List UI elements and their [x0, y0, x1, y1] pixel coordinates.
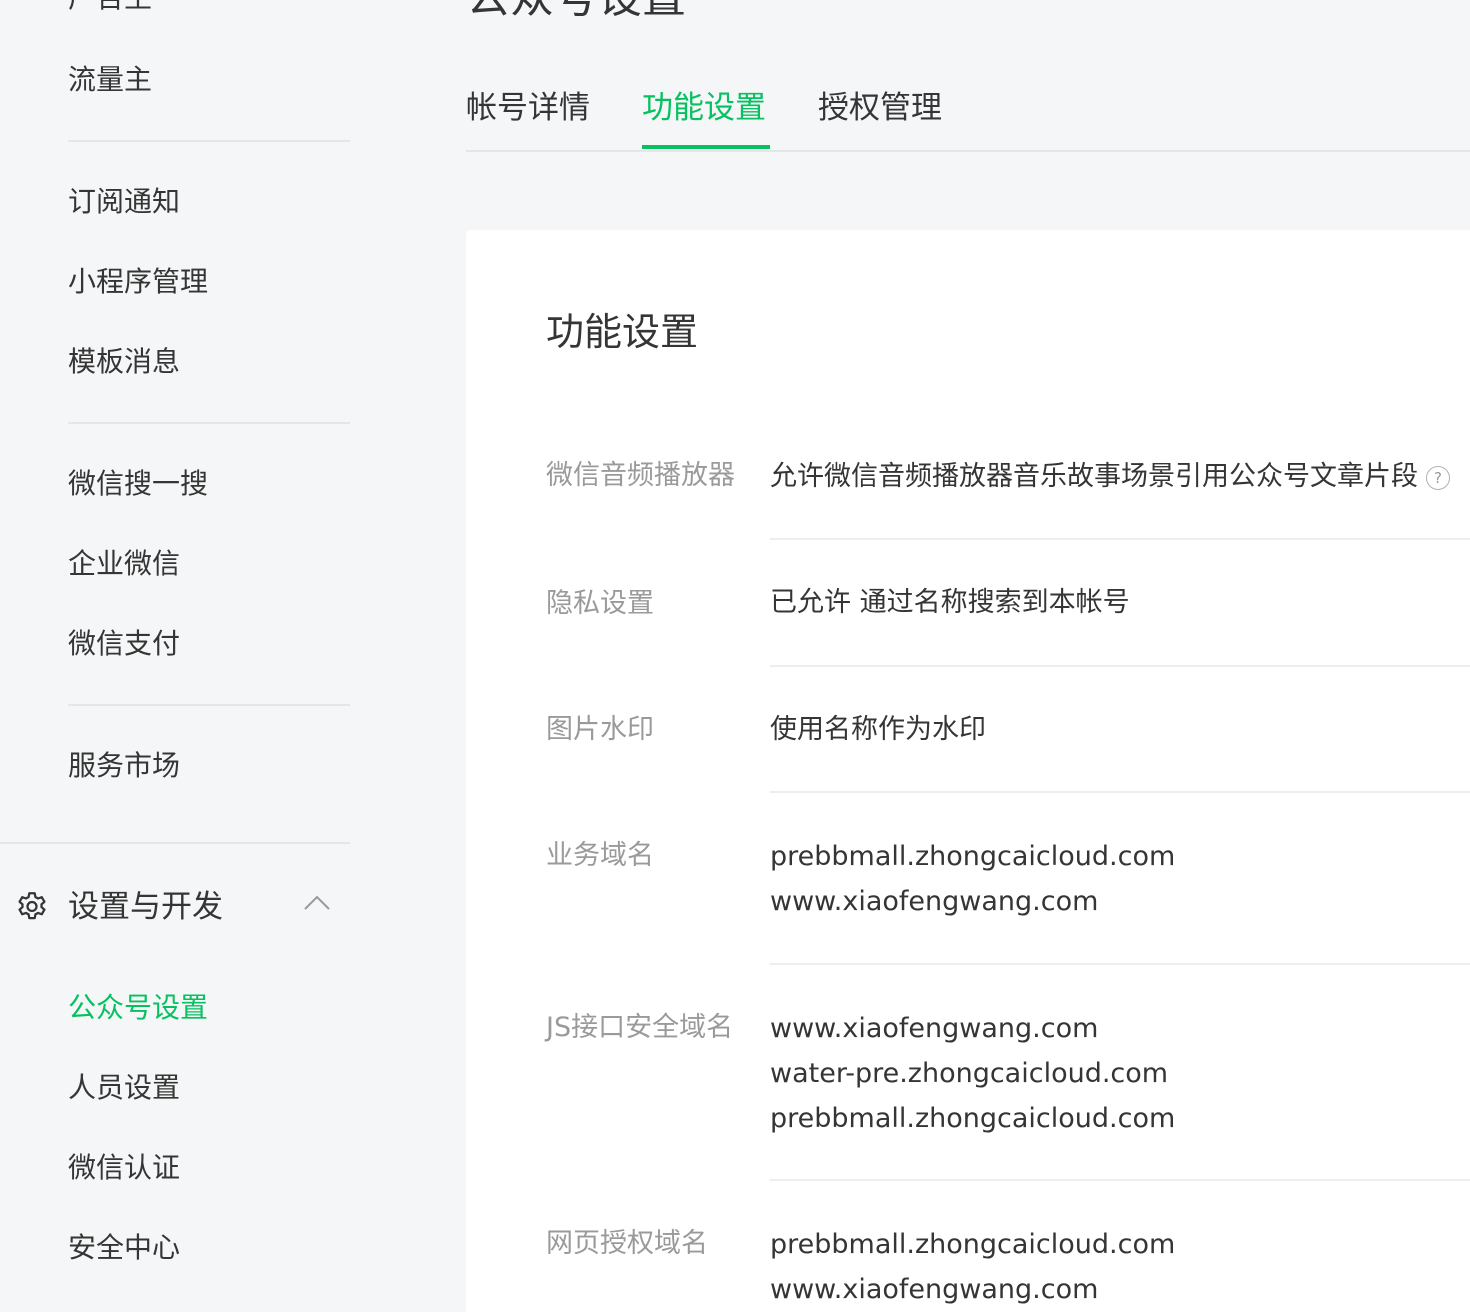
row-value-privacy: 已允许 通过名称搜索到本帐号 — [770, 580, 1130, 625]
tab-account-details[interactable]: 帐号详情 — [466, 86, 590, 130]
sidebar-group-label: 设置与开发 — [68, 889, 223, 925]
row-divider — [770, 665, 1470, 667]
sidebar-item-account-settings[interactable]: 公众号设置 — [68, 988, 208, 1028]
row-value-oauth-domain: prebbmall.zhongcaicloud.com www.xiaofeng… — [770, 1222, 1175, 1312]
sidebar-item-service-market[interactable]: 服务市场 — [68, 746, 180, 786]
domain-item: water-pre.zhongcaicloud.com — [770, 1058, 1169, 1089]
row-value-business-domain: prebbmall.zhongcaicloud.com www.xiaofeng… — [770, 834, 1175, 924]
tab-feature-settings[interactable]: 功能设置 — [642, 86, 766, 130]
sidebar-divider — [0, 842, 350, 844]
app-root: 广告主 流量主 订阅通知 小程序管理 模板消息 微信搜一搜 企业微信 微信支付 … — [0, 0, 1470, 1312]
sidebar: 广告主 流量主 订阅通知 小程序管理 模板消息 微信搜一搜 企业微信 微信支付 … — [0, 0, 350, 1312]
domain-item: www.xiaofengwang.com — [770, 1274, 1099, 1305]
feature-settings-card: 功能设置 微信音频播放器 允许微信音频播放器音乐故事场景引用公众号文章片段? 隐… — [466, 230, 1470, 1312]
domain-item: www.xiaofengwang.com — [770, 1013, 1099, 1044]
domain-item: prebbmall.zhongcaicloud.com — [770, 1229, 1176, 1260]
row-value-text: 使用名称作为水印 — [770, 714, 986, 745]
help-icon[interactable]: ? — [1426, 465, 1450, 490]
row-value-audio-player: 允许微信音频播放器音乐故事场景引用公众号文章片段? — [770, 454, 1450, 499]
sidebar-group-settings-dev[interactable]: 设置与开发 — [14, 882, 344, 932]
page-title: 公众号设置 — [466, 0, 686, 24]
card-title: 功能设置 — [546, 310, 699, 354]
row-divider — [770, 963, 1470, 965]
gear-icon — [18, 892, 46, 920]
row-divider — [770, 1179, 1470, 1181]
sidebar-item-subscription-notice[interactable]: 订阅通知 — [68, 182, 180, 222]
row-divider — [770, 791, 1470, 793]
sidebar-divider — [68, 422, 350, 424]
sidebar-item-security-center[interactable]: 安全中心 — [68, 1228, 180, 1268]
sidebar-item-advertiser[interactable]: 广告主 — [68, 0, 152, 18]
chevron-up-icon[interactable] — [302, 892, 332, 914]
domain-item: prebbmall.zhongcaicloud.com — [770, 841, 1176, 872]
row-value-text: 允许微信音频播放器音乐故事场景引用公众号文章片段 — [770, 461, 1418, 492]
row-label-js-domain: JS接口安全域名 — [546, 1012, 734, 1043]
row-value-watermark: 使用名称作为水印 — [770, 707, 986, 752]
domain-item: prebbmall.zhongcaicloud.com — [770, 1103, 1176, 1134]
sidebar-item-miniprogram[interactable]: 小程序管理 — [68, 262, 208, 302]
tab-bar: 帐号详情 功能设置 授权管理 — [466, 80, 1470, 152]
row-value-text: 已允许 通过名称搜索到本帐号 — [770, 587, 1130, 618]
sidebar-item-publisher[interactable]: 流量主 — [68, 60, 152, 100]
sidebar-item-wechat-verification[interactable]: 微信认证 — [68, 1148, 180, 1188]
tab-authorization[interactable]: 授权管理 — [818, 86, 942, 130]
sidebar-item-wecom[interactable]: 企业微信 — [68, 544, 180, 584]
sidebar-divider — [68, 704, 350, 706]
sidebar-item-member-settings[interactable]: 人员设置 — [68, 1068, 180, 1108]
active-tab-indicator — [642, 145, 770, 149]
row-divider — [770, 538, 1470, 540]
domain-item: www.xiaofengwang.com — [770, 886, 1099, 917]
row-value-js-domain: www.xiaofengwang.com water-pre.zhongcaic… — [770, 1006, 1175, 1141]
row-label-audio-player: 微信音频播放器 — [546, 460, 735, 491]
row-label-privacy: 隐私设置 — [546, 588, 654, 619]
sidebar-item-wechat-search[interactable]: 微信搜一搜 — [68, 464, 208, 504]
sidebar-divider — [68, 140, 350, 142]
row-label-oauth-domain: 网页授权域名 — [546, 1228, 708, 1259]
row-label-watermark: 图片水印 — [546, 714, 654, 745]
row-label-business-domain: 业务域名 — [546, 840, 654, 871]
sidebar-item-template-message[interactable]: 模板消息 — [68, 342, 180, 382]
sidebar-item-wechat-pay[interactable]: 微信支付 — [68, 624, 180, 664]
